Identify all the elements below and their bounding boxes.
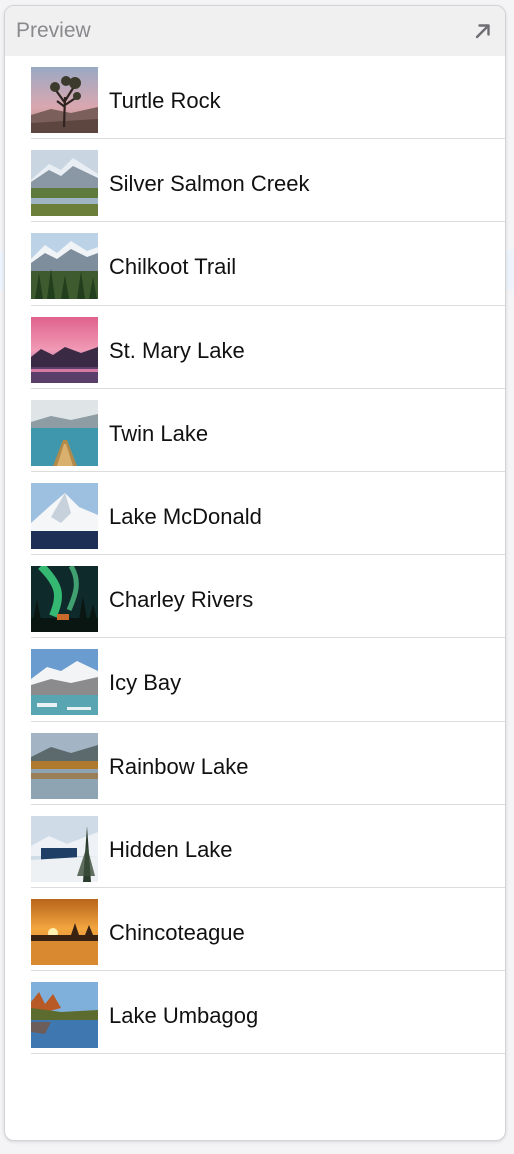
- preview-header: Preview: [5, 6, 505, 56]
- landmark-row-twin-lake[interactable]: Twin Lake: [5, 389, 505, 473]
- landmark-row-hidden-lake[interactable]: Hidden Lake: [5, 805, 505, 889]
- landmark-row-icy-bay[interactable]: Icy Bay: [5, 638, 505, 722]
- landmark-name: Icy Bay: [109, 670, 182, 696]
- landmark-row-chincoteague[interactable]: Chincoteague: [5, 888, 505, 972]
- twin-lake-thumbnail: [31, 399, 98, 466]
- landmark-name: Hidden Lake: [109, 836, 233, 862]
- lake-umbagog-thumbnail: [31, 982, 98, 1049]
- silver-salmon-creek-thumbnail: [31, 150, 98, 217]
- landmark-row-rainbow-lake[interactable]: Rainbow Lake: [5, 722, 505, 805]
- landmark-name: Lake Umbagog: [109, 1003, 259, 1029]
- st-mary-lake-thumbnail: [31, 316, 98, 383]
- landmark-row-silver-salmon-creek[interactable]: Silver Salmon Creek: [5, 139, 505, 223]
- turtle-rock-thumbnail: [31, 67, 98, 133]
- lake-mcdonald-thumbnail: [31, 482, 98, 549]
- landmark-row-charley-rivers[interactable]: Charley Rivers: [5, 555, 505, 639]
- landmark-row-chilkoot-trail[interactable]: Chilkoot Trail: [5, 222, 505, 306]
- landmark-name: Rainbow Lake: [109, 753, 249, 779]
- charley-rivers-thumbnail: [31, 566, 98, 633]
- landmark-name: Silver Salmon Creek: [109, 171, 310, 197]
- preview-panel: Preview Turtle Rock Silver Salmon Creek …: [4, 5, 506, 1141]
- hidden-lake-thumbnail: [31, 815, 98, 882]
- landmark-name: Chincoteague: [109, 919, 245, 945]
- landmark-name: Lake McDonald: [109, 503, 262, 529]
- landmark-name: St. Mary Lake: [109, 337, 245, 363]
- landmark-name: Twin Lake: [109, 420, 209, 446]
- landmark-name: Chilkoot Trail: [109, 254, 237, 280]
- chincoteague-thumbnail: [31, 898, 98, 965]
- landmark-row-lake-umbagog[interactable]: Lake Umbagog: [5, 971, 505, 1055]
- arrow-up-right-icon: [475, 24, 490, 39]
- landmark-name: Charley Rivers: [109, 587, 254, 613]
- rainbow-lake-thumbnail: [31, 732, 98, 799]
- expand-preview-button[interactable]: [469, 17, 497, 45]
- icy-bay-thumbnail: [31, 649, 98, 716]
- chilkoot-trail-thumbnail: [31, 233, 98, 300]
- landmark-name: Turtle Rock: [109, 88, 221, 113]
- landmark-row-lake-mcdonald[interactable]: Lake McDonald: [5, 472, 505, 556]
- preview-title: Preview: [16, 19, 91, 42]
- landmark-list: Turtle Rock Silver Salmon Creek Chilkoot…: [5, 56, 505, 1055]
- landmark-row-st-mary-lake[interactable]: St. Mary Lake: [5, 306, 505, 389]
- landmark-row-turtle-rock[interactable]: Turtle Rock: [5, 56, 505, 140]
